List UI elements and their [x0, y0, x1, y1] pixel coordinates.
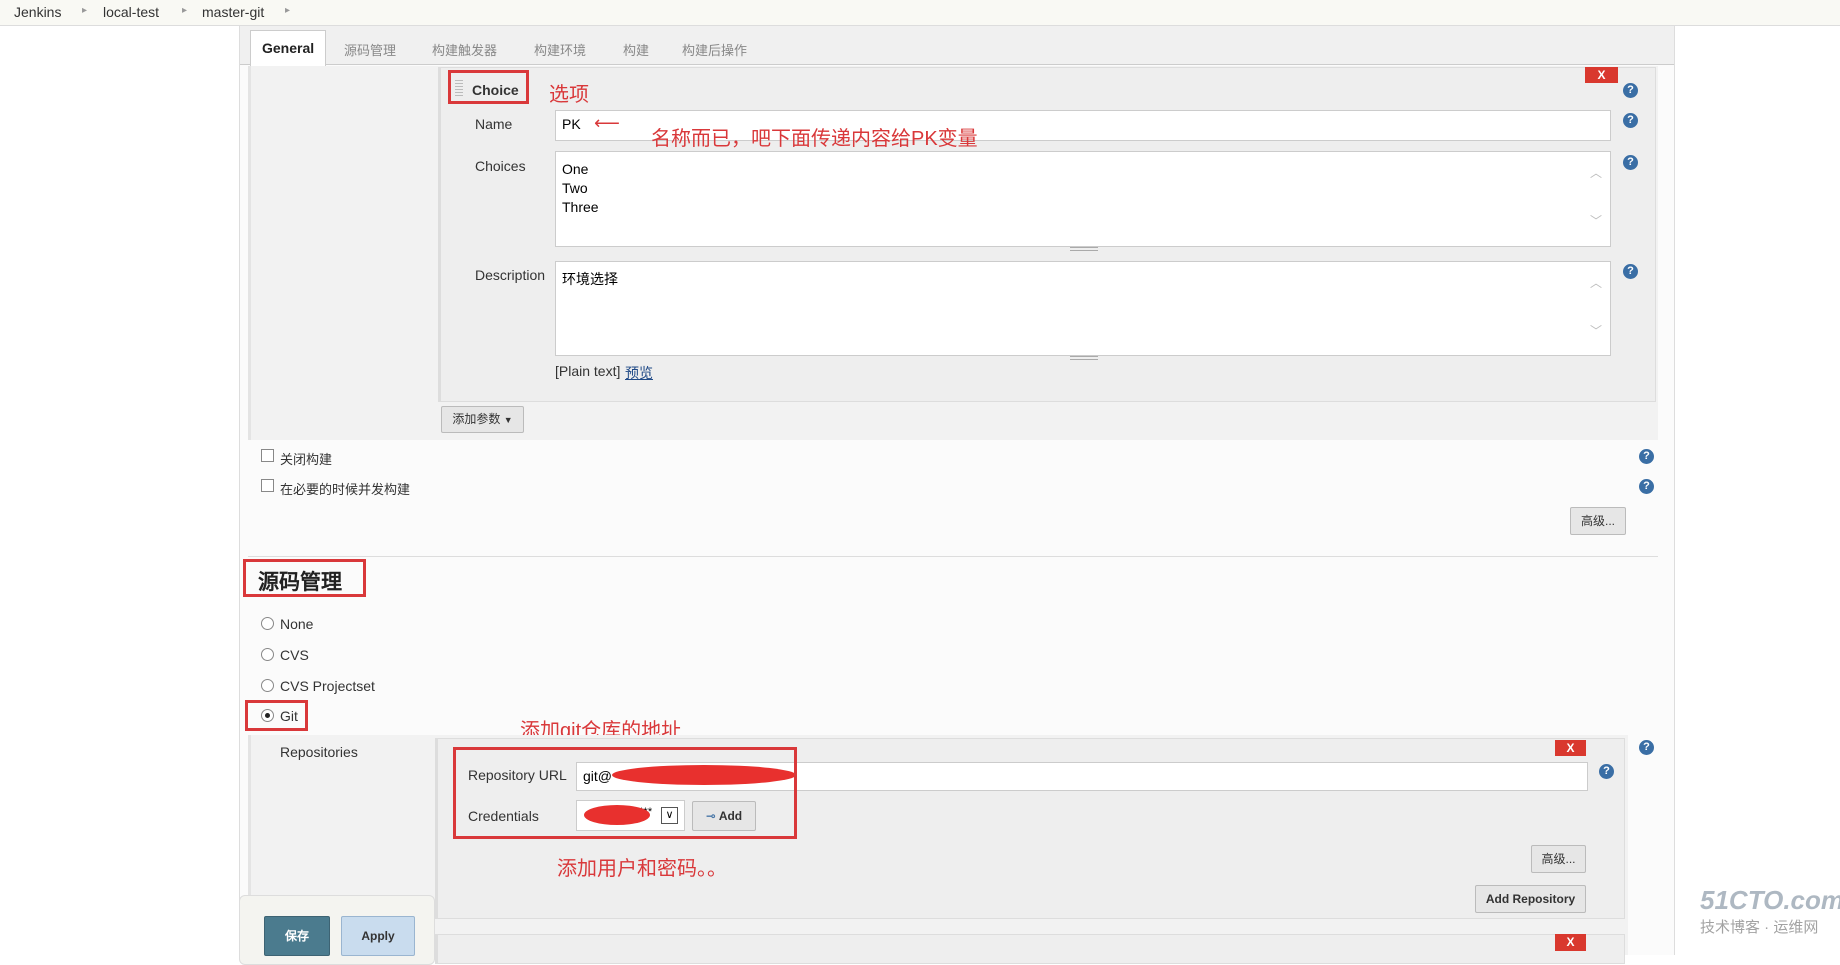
description-label: Description	[475, 267, 546, 283]
name-label: Name	[475, 116, 513, 132]
add-parameter-label: 添加参数	[452, 412, 501, 426]
choices-textarea[interactable]: One Two Three ︿ ﹀	[555, 151, 1611, 247]
resize-handle[interactable]	[1070, 356, 1098, 360]
help-icon[interactable]: ?	[1639, 449, 1654, 464]
scm-none-radio[interactable]	[261, 617, 274, 630]
help-icon[interactable]: ?	[1623, 113, 1638, 128]
breadcrumb-jenkins[interactable]: Jenkins	[14, 4, 61, 20]
help-icon[interactable]: ?	[1639, 740, 1654, 755]
scroll-up-icon[interactable]: ︿	[1590, 274, 1602, 293]
annotation-credentials: 添加用户和密码。。	[557, 858, 727, 880]
apply-button[interactable]: Apply	[341, 916, 415, 956]
annotation-box	[448, 70, 529, 104]
breadcrumb-local-test[interactable]: local-test	[103, 4, 159, 20]
concurrent-build-checkbox[interactable]	[261, 479, 274, 492]
caret-down-icon: ▼	[503, 415, 513, 425]
description-value: 环境选择	[562, 271, 618, 287]
section-divider	[248, 556, 1658, 557]
choice-item: Three	[562, 199, 599, 215]
breadcrumb: Jenkins ▸ local-test ▸ master-git ▸	[0, 0, 1840, 26]
help-icon[interactable]: ?	[1623, 264, 1638, 279]
annotation-box	[243, 559, 366, 597]
delete-parameter-button[interactable]: X	[1585, 67, 1618, 83]
save-button[interactable]: 保存	[264, 916, 330, 956]
tab-build[interactable]: 构建	[623, 40, 649, 59]
delete-button[interactable]: X	[1555, 934, 1586, 951]
tab-build-env[interactable]: 构建环境	[534, 40, 586, 59]
scroll-up-icon[interactable]: ︿	[1590, 164, 1602, 183]
next-block	[435, 934, 1625, 964]
add-parameter-button[interactable]: 添加参数 ▼	[441, 406, 524, 433]
tab-triggers[interactable]: 构建触发器	[432, 40, 497, 59]
scm-cvs-radio[interactable]	[261, 648, 274, 661]
plain-text-label: [Plain text]	[555, 363, 621, 379]
tab-scm[interactable]: 源码管理	[344, 40, 396, 59]
disable-build-label: 关闭构建	[280, 452, 333, 467]
annotation-box	[245, 700, 308, 731]
scroll-down-icon[interactable]: ﹀	[1590, 212, 1602, 231]
disable-build-checkbox[interactable]	[261, 449, 274, 462]
help-icon[interactable]: ?	[1623, 155, 1638, 170]
chevron-right-icon: ▸	[82, 5, 88, 16]
scroll-down-icon[interactable]: ﹀	[1590, 322, 1602, 341]
chevron-right-icon: ▸	[182, 5, 188, 16]
watermark-logo: 51CTO.com 技术博客 · 运维网	[1700, 885, 1840, 936]
delete-repository-button[interactable]: X	[1555, 740, 1586, 756]
help-icon[interactable]: ?	[1599, 764, 1614, 779]
repo-advanced-button[interactable]: 高级...	[1531, 845, 1586, 873]
help-icon[interactable]: ?	[1639, 479, 1654, 494]
arrow-left-icon: ⟵	[594, 113, 620, 133]
repositories-label: Repositories	[280, 744, 358, 760]
annotation-name: 名称而已，吧下面传递内容给PK变量	[651, 128, 978, 150]
tab-post-build[interactable]: 构建后操作	[682, 40, 747, 59]
description-textarea[interactable]: 环境选择 ︿ ﹀	[555, 261, 1611, 356]
annotation-box	[453, 747, 797, 839]
choices-label: Choices	[475, 158, 526, 174]
scm-cvs-projectset-radio[interactable]	[261, 679, 274, 692]
breadcrumb-master-git[interactable]: master-git	[202, 4, 264, 20]
help-icon[interactable]: ?	[1623, 83, 1638, 98]
scm-cvs-projectset-label: CVS Projectset	[280, 678, 375, 694]
advanced-button[interactable]: 高级...	[1570, 507, 1626, 535]
add-repository-button[interactable]: Add Repository	[1475, 885, 1586, 913]
choice-item: Two	[562, 180, 588, 196]
tab-general[interactable]: General	[250, 30, 327, 66]
annotation-choice: 选项	[549, 84, 589, 106]
name-value: PK	[562, 116, 581, 132]
resize-handle[interactable]	[1070, 247, 1098, 251]
scm-none-label: None	[280, 616, 314, 632]
concurrent-build-label: 在必要的时候并发构建	[280, 482, 411, 497]
chevron-right-icon[interactable]: ▸	[285, 5, 290, 16]
preview-link[interactable]: 预览	[625, 363, 653, 383]
scm-cvs-label: CVS	[280, 647, 309, 663]
choice-item: One	[562, 161, 589, 177]
